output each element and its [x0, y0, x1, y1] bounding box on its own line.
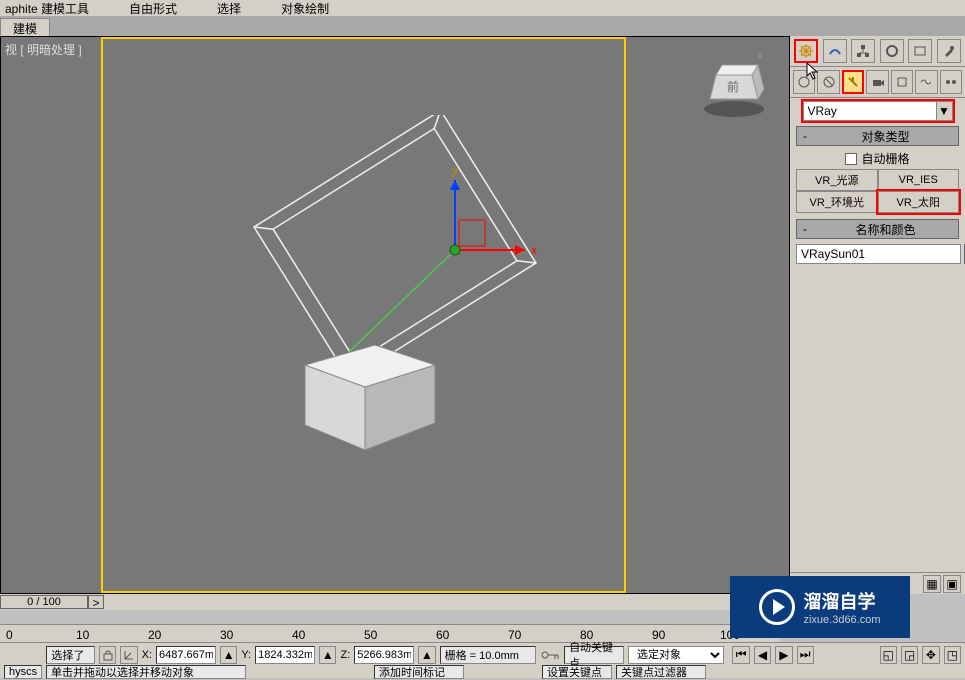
watermark-logo: 溜溜自学 zixue.3d66.com — [730, 576, 910, 638]
hierarchy-tab-icon[interactable] — [851, 39, 875, 63]
viewport[interactable]: 视 [ 明暗处理 ] — [0, 36, 790, 594]
helpers-icon[interactable] — [891, 70, 913, 94]
keyfilter-button[interactable]: 关键点过滤器 — [616, 665, 706, 679]
vr-sun-button[interactable]: VR_太阳 — [878, 191, 960, 213]
time-ruler[interactable]: 0 10 20 30 40 50 60 70 80 90 100 — [0, 624, 780, 642]
category-dropdown[interactable]: VRay ▼ — [803, 101, 953, 121]
command-panel: VRay ▼ - 对象类型 自动栅格 VR_光源 VR_IES VR_环境光 V… — [790, 36, 965, 594]
playback-fwd-icon[interactable]: ⏭ — [797, 646, 814, 664]
tab-modeling[interactable]: 建模 — [0, 18, 50, 36]
key-target-select[interactable]: 选定对象 — [628, 646, 724, 664]
time-slider[interactable]: 0 / 100 > — [0, 594, 780, 610]
name-color-row — [790, 241, 965, 267]
modify-tab-icon[interactable] — [823, 39, 847, 63]
cameras-icon[interactable] — [866, 70, 888, 94]
object-type-buttons: VR_光源 VR_IES VR_环境光 VR_太阳 — [790, 169, 965, 213]
create-tab-icon[interactable] — [794, 39, 818, 63]
svg-text:前: 前 — [727, 79, 739, 94]
autogrid-checkbox[interactable] — [845, 153, 857, 165]
script-listener[interactable]: hyscs — [4, 665, 42, 679]
play-icon — [759, 589, 795, 625]
playback-prev-icon[interactable]: ⏮ — [732, 646, 749, 664]
rollout-object-type[interactable]: - 对象类型 — [796, 126, 959, 146]
main-area: 视 [ 明暗处理 ] — [0, 36, 965, 594]
display-tab-icon[interactable] — [908, 39, 932, 63]
shapes-icon[interactable] — [817, 70, 839, 94]
svg-text:y: y — [452, 163, 458, 177]
z-input[interactable] — [354, 646, 414, 664]
autogrid-label: 自动栅格 — [861, 150, 909, 167]
home-icon — [758, 53, 762, 59]
menu-freeform[interactable]: 自由形式 — [129, 0, 177, 17]
setkey-button[interactable]: 设置关键点 — [542, 665, 612, 679]
viewnav-icon1[interactable]: ◱ — [880, 646, 897, 664]
z-spinner-icon[interactable]: ▲ — [418, 646, 435, 664]
panel-footer-icon1[interactable]: ▦ — [923, 575, 941, 593]
command-panel-tabs — [790, 36, 965, 67]
panel-footer-icon2[interactable]: ▣ — [943, 575, 961, 593]
z-label: Z: — [340, 649, 350, 661]
vr-light-button[interactable]: VR_光源 — [796, 169, 878, 191]
vr-ambient-button[interactable]: VR_环境光 — [796, 191, 878, 213]
box-object — [305, 345, 435, 450]
x-input[interactable] — [156, 646, 216, 664]
grid-status: 栅格 = 10.0mm — [440, 646, 536, 664]
ribbon-tabs: 建模 — [0, 16, 965, 36]
menu-graphite[interactable]: aphite 建模工具 — [5, 0, 89, 17]
key-icon — [540, 648, 560, 662]
time-slider-arrow[interactable]: > — [88, 595, 104, 609]
rollout-title: 名称和颜色 — [813, 221, 958, 238]
x-spinner-icon[interactable]: ▲ — [220, 646, 237, 664]
time-tag[interactable]: 添加时间标记 — [374, 665, 464, 679]
autokey-button[interactable]: 自动关键点 — [564, 646, 624, 664]
create-subcategories — [790, 67, 965, 98]
watermark-brand: 溜溜自学 — [803, 588, 880, 614]
rollout-name-color[interactable]: - 名称和颜色 — [796, 219, 959, 239]
vr-ies-button[interactable]: VR_IES — [878, 169, 960, 191]
menu-objectpaint[interactable]: 对象绘制 — [281, 0, 329, 17]
menu-bar: aphite 建模工具 自由形式 选择 对象绘制 — [0, 0, 965, 16]
motion-tab-icon[interactable] — [880, 39, 904, 63]
playback-play-icon[interactable]: ▶ — [775, 646, 792, 664]
view-cube[interactable]: 前 — [694, 47, 774, 127]
viewnav-icon3[interactable]: ✥ — [922, 646, 939, 664]
scene-3d: x y — [195, 115, 595, 515]
menu-selection[interactable]: 选择 — [217, 0, 241, 17]
category-dropdown-value: VRay — [808, 104, 837, 118]
svg-text:x: x — [531, 243, 537, 257]
time-slider-handle[interactable]: 0 / 100 — [0, 595, 88, 609]
systems-icon[interactable] — [940, 70, 962, 94]
lock-icon[interactable] — [99, 646, 116, 664]
viewnav-icon4[interactable]: ◳ — [944, 646, 961, 664]
playback-back-icon[interactable]: ◀ — [754, 646, 771, 664]
prompt-line: 单击并拖动以选择并移动对象 — [46, 665, 246, 679]
watermark-url: zixue.3d66.com — [803, 614, 880, 626]
autogrid-row: 自动栅格 — [790, 148, 965, 169]
status-bar-2: hyscs 单击并拖动以选择并移动对象 添加时间标记 设置关键点 关键点过滤器 — [0, 666, 965, 678]
x-label: X: — [142, 649, 152, 661]
spacewarps-icon[interactable] — [915, 70, 937, 94]
status-bar: 选择了 X: ▲ Y: ▲ Z: ▲ 栅格 = 10.0mm 自动关键点 选定对… — [0, 642, 965, 666]
object-name-input[interactable] — [796, 244, 961, 264]
y-label: Y: — [241, 649, 251, 661]
y-spinner-icon[interactable]: ▲ — [319, 646, 336, 664]
utilities-tab-icon[interactable] — [937, 39, 961, 63]
dropdown-arrow-icon: ▼ — [936, 102, 952, 120]
lights-icon[interactable] — [842, 70, 865, 94]
geometry-icon[interactable] — [793, 70, 815, 94]
y-input[interactable] — [255, 646, 315, 664]
rollout-title: 对象类型 — [813, 128, 958, 145]
viewport-label: 视 [ 明暗处理 ] — [5, 41, 82, 58]
viewnav-icon2[interactable]: ◲ — [901, 646, 918, 664]
selection-status: 选择了 — [46, 646, 94, 664]
coord-mode-icon[interactable] — [120, 646, 137, 664]
